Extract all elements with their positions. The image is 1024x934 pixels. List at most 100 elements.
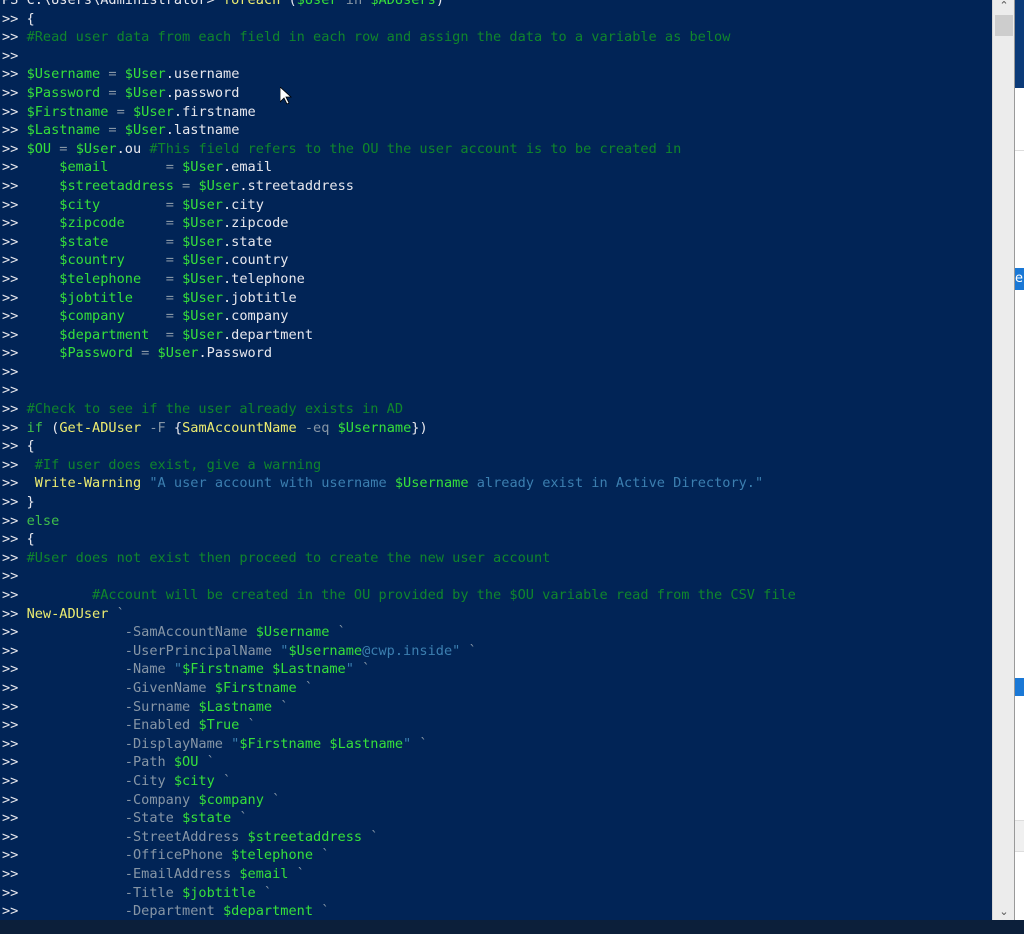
code-token: New-ADUser <box>26 605 109 622</box>
code-token: .email <box>223 159 273 176</box>
code-token: $email <box>59 159 109 176</box>
console-line: >> Write-Warning "A user account with us… <box>2 474 796 493</box>
console-line: >> $Username = $User.username <box>2 65 796 84</box>
code-token: $User <box>182 308 223 325</box>
background-window-tab[interactable]: e <box>1015 268 1024 290</box>
code-token: >> <box>2 624 125 641</box>
code-token: -Path <box>124 754 174 771</box>
console-line: >> $department = $User.department <box>2 326 796 345</box>
code-token: >> <box>2 456 35 473</box>
code-token: >> <box>2 512 27 529</box>
console-line: >> #Read user data from each field in ea… <box>2 28 796 47</box>
code-token: $jobtitle <box>59 289 133 306</box>
code-token: ` <box>231 810 248 827</box>
console-line: >> <box>2 567 796 586</box>
code-token: " <box>345 661 354 678</box>
code-token: $User <box>75 140 117 157</box>
console-line: >> $Lastname = $User.lastname <box>2 121 796 140</box>
code-token: $True <box>198 717 240 734</box>
powershell-console[interactable]: PS C:\Users\Administrator> foreach ($Use… <box>0 0 992 920</box>
code-token: >> <box>2 177 60 194</box>
code-token: .company <box>223 308 289 325</box>
code-token: @cwp.inside" <box>362 642 461 659</box>
console-line: >> $streetaddress = $User.streetaddress <box>2 177 796 196</box>
code-token: >> <box>2 828 125 845</box>
code-token: $department <box>59 326 150 343</box>
code-token: $Username <box>337 419 412 436</box>
code-token: $User <box>182 252 223 269</box>
code-token: .city <box>222 196 264 213</box>
code-token: ( <box>42 419 60 436</box>
code-token: $state <box>59 233 109 250</box>
scroll-thumb[interactable] <box>995 15 1013 36</box>
code-token: = <box>108 103 133 120</box>
code-token: ` <box>288 865 305 882</box>
code-token: -City <box>124 772 174 789</box>
code-token: }) <box>411 419 428 436</box>
code-token: ) <box>435 0 444 8</box>
code-token: $city <box>59 196 101 213</box>
code-token: { <box>173 419 183 436</box>
code-token: $company <box>59 308 125 325</box>
console-line: >> -Department $department ` <box>2 902 796 920</box>
code-token: $telephone <box>59 270 142 287</box>
code-token: >> <box>2 252 60 269</box>
code-token: $department <box>222 903 314 920</box>
code-token: $User <box>132 103 174 120</box>
code-token: $state <box>182 810 232 827</box>
console-line: >> { <box>2 437 796 456</box>
code-token: = <box>100 122 125 139</box>
code-token: >> <box>2 605 27 622</box>
console-line: >> $Password = $User.password <box>2 84 796 103</box>
code-token: Write-Warning <box>34 475 142 492</box>
taskbar <box>0 920 1024 934</box>
code-token: ( <box>280 0 297 8</box>
background-window-highlight <box>1015 678 1024 696</box>
code-token: " <box>173 661 183 678</box>
code-token: >> <box>2 84 27 101</box>
code-token: $User <box>124 84 166 101</box>
code-token: #This field refers to the OU the user ac… <box>149 140 682 157</box>
console-line: >> } <box>2 493 796 512</box>
vertical-scrollbar[interactable]: ⌃ ⌄ <box>992 0 1015 920</box>
code-token: >> <box>2 159 60 176</box>
code-token: PS C:\Users\Administrator> <box>2 0 223 8</box>
code-token: ` <box>108 605 125 622</box>
scroll-up-arrow-icon[interactable]: ⌃ <box>993 0 1015 14</box>
console-line: >> -EmailAddress $email ` <box>2 865 796 884</box>
code-token: -Name <box>124 661 174 678</box>
code-token: .Password <box>198 345 273 362</box>
console-line: >> <box>2 47 796 66</box>
code-token: .password <box>165 84 240 101</box>
code-token: >> <box>2 475 35 492</box>
code-token: >> <box>2 661 125 678</box>
code-token: $User <box>198 177 240 194</box>
console-line: >> -Name "$Firstname $Lastname" ` <box>2 660 796 679</box>
code-token: else <box>26 512 60 529</box>
code-token: = <box>108 159 183 176</box>
code-token: ` <box>411 735 428 752</box>
code-token: .jobtitle <box>223 289 297 306</box>
code-token: $city <box>173 772 215 789</box>
code-token: $User <box>182 215 223 232</box>
scroll-down-arrow-icon[interactable]: ⌄ <box>993 904 1015 920</box>
code-token: >> <box>2 865 125 882</box>
console-line: >> -UserPrincipalName "$Username@cwp.ins… <box>2 642 796 661</box>
code-token: if <box>26 419 43 436</box>
console-line: >> $telephone = $User.telephone <box>2 270 796 289</box>
code-token: >> <box>2 215 60 232</box>
console-line: >> #User does not exist then proceed to … <box>2 549 796 568</box>
console-line: >> { <box>2 530 796 549</box>
code-token: ` <box>214 772 232 789</box>
code-token: $User <box>182 233 223 250</box>
code-token: >> <box>2 717 125 734</box>
code-token: >> { <box>2 438 35 455</box>
console-line: >> $jobtitle = $User.jobtitle <box>2 289 796 308</box>
code-token: = <box>100 196 183 213</box>
code-token: .department <box>223 326 314 343</box>
code-token: >> <box>2 810 125 827</box>
code-token: $OU <box>26 140 52 157</box>
code-token: $Firstname $Lastname <box>182 661 346 678</box>
background-window-row <box>1015 820 1024 852</box>
code-token: $User <box>157 345 199 362</box>
